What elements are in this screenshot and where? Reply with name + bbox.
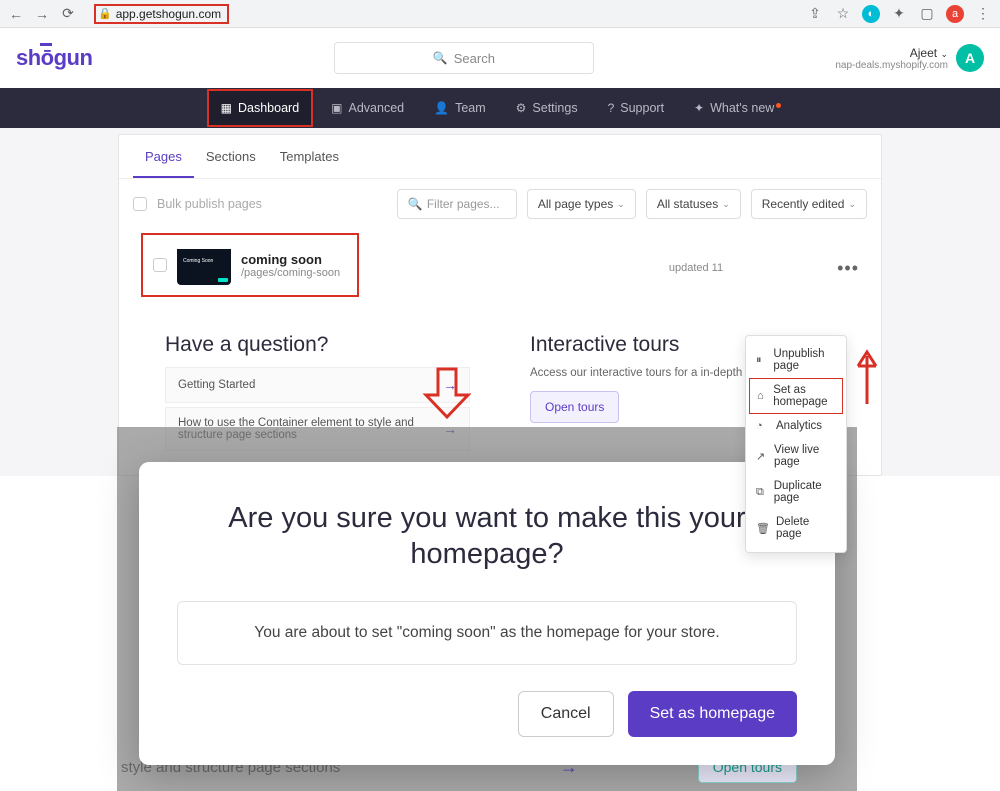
profile-avatar[interactable]: a [946,5,964,23]
home-icon: ⌂ [757,390,765,402]
updated-label: updated 11 [669,262,723,274]
toolbar: Bulk publish pages 🔍Filter pages... All … [119,179,881,229]
window-icon: ▣ [331,101,342,115]
annotation-arrow-down [420,365,474,421]
tabs: Pages Sections Templates [119,135,881,179]
open-tours-button[interactable]: Open tours [530,391,619,423]
new-dot-icon [776,103,781,108]
search-icon: 🔍 [408,197,423,211]
page-background: Pages Sections Templates Bulk publish pa… [0,128,1000,476]
copy-icon: ⧉ [756,486,766,499]
search-input[interactable]: 🔍 Search [334,42,594,74]
page-thumbnail [177,245,231,285]
tab-templates[interactable]: Templates [268,135,351,178]
window-icon[interactable]: ▢ [918,5,936,23]
lock-icon: 🔒 [98,7,112,20]
ctx-unpublish[interactable]: ⏸Unpublish page [746,342,846,378]
reload-icon[interactable]: ⟳ [60,5,76,22]
confirm-homepage-modal: Are you sure you want to make this your … [139,462,835,765]
nav-settings[interactable]: ⚙Settings [504,89,590,127]
url-text: app.getshogun.com [116,7,221,21]
annotation-arrow-up [854,346,880,406]
search-icon: 🔍 [433,51,448,65]
nav-support[interactable]: ?Support [596,89,676,127]
annotation-box-dashboard: ▦ Dashboard [207,89,314,127]
bulk-publish-label: Bulk publish pages [157,197,262,211]
forward-icon[interactable]: → [34,6,50,22]
set-homepage-button[interactable]: Set as homepage [628,691,797,737]
ctx-delete[interactable]: 🗑Delete page [746,510,846,546]
ctx-set-homepage[interactable]: ⌂Set as homepage [749,378,843,414]
page-title[interactable]: coming soon [241,252,340,267]
kebab-icon[interactable]: ⋮ [974,5,992,23]
url-bar[interactable]: 🔒 app.getshogun.com [94,4,229,24]
modal-body: You are about to set "coming soon" as th… [177,601,797,665]
page-types-select[interactable]: All page types⌄ [527,189,636,219]
ctx-view-live[interactable]: ↗View live page [746,438,846,474]
trash-icon: 🗑 [756,522,768,535]
person-icon: 👤 [434,101,449,115]
sort-select[interactable]: Recently edited⌄ [751,189,867,219]
pause-icon: ⏸ [756,354,765,367]
tab-sections[interactable]: Sections [194,135,268,178]
main-nav: ▦ Dashboard ▣Advanced 👤Team ⚙Settings ?S… [0,88,1000,128]
tab-pages[interactable]: Pages [133,135,194,178]
annotation-box-page: coming soon /pages/coming-soon [141,233,359,297]
nav-whats-new[interactable]: ✦What's new [682,89,793,127]
chevron-down-icon: ⌄ [940,49,948,59]
chart-icon: ◔ [756,420,768,432]
app-header: shōgun 🔍 Search Ajeet ⌄ nap-deals.myshop… [0,28,1000,88]
external-icon: ↗ [756,450,766,463]
nav-dashboard[interactable]: ▦ Dashboard [209,91,312,125]
spark-icon: ✦ [694,101,704,115]
select-all-checkbox[interactable] [133,197,147,211]
statuses-select[interactable]: All statuses⌄ [646,189,741,219]
row-actions-button[interactable]: ••• [829,258,867,279]
help-icon: ? [608,101,615,115]
chevron-down-icon: ⌄ [722,199,730,210]
context-menu: ⏸Unpublish page ⌂Set as homepage ◔Analyt… [745,335,847,553]
modal-title: Are you sure you want to make this your … [177,500,797,573]
user-menu[interactable]: Ajeet ⌄ nap-deals.myshopify.com [835,46,948,71]
page-path: /pages/coming-soon [241,267,340,279]
ctx-analytics[interactable]: ◔Analytics [746,414,846,438]
puzzle-icon[interactable]: ✦ [890,5,908,23]
extension-icon[interactable]: ◐ [862,5,880,23]
share-icon[interactable]: ⇪ [806,5,824,23]
gear-icon: ⚙ [516,101,527,115]
nav-advanced[interactable]: ▣Advanced [319,89,416,127]
nav-team[interactable]: 👤Team [422,89,498,127]
browser-chrome: ← → ⟳ 🔒 app.getshogun.com ⇪ ☆ ◐ ✦ ▢ a ⋮ [0,0,1000,28]
filter-input[interactable]: 🔍Filter pages... [397,189,517,219]
row-checkbox[interactable] [153,258,167,272]
chevron-down-icon: ⌄ [848,199,856,210]
cancel-button[interactable]: Cancel [518,691,614,737]
question-heading: Have a question? [165,333,470,357]
page-panel: Pages Sections Templates Bulk publish pa… [118,134,882,476]
chevron-down-icon: ⌄ [617,199,625,210]
logo[interactable]: shōgun [16,45,92,71]
page-row: coming soon /pages/coming-soon updated 1… [119,229,881,323]
back-icon[interactable]: ← [8,6,24,22]
ctx-duplicate[interactable]: ⧉Duplicate page [746,474,846,510]
star-icon[interactable]: ☆ [834,5,852,23]
grid-icon: ▦ [221,101,232,115]
avatar[interactable]: A [956,44,984,72]
